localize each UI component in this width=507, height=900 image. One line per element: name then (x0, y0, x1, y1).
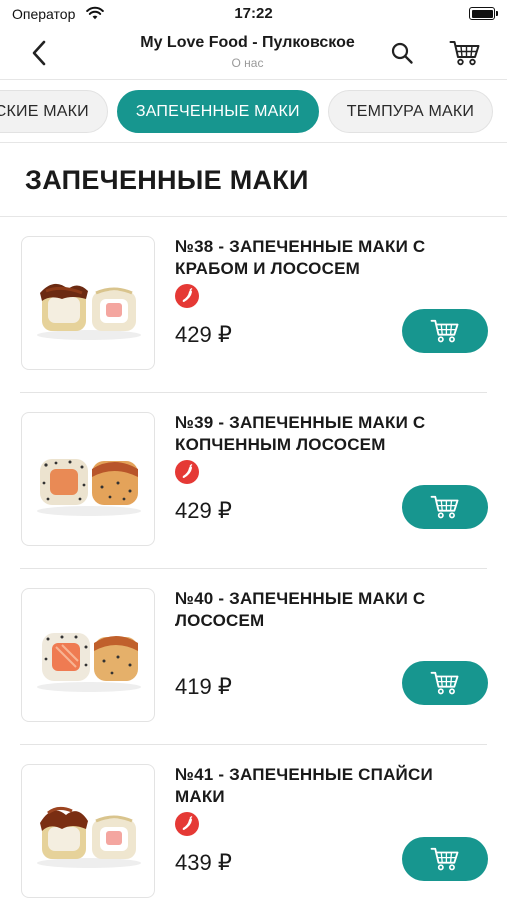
category-tab-strip[interactable]: ЧЕСКИЕ МАКИ ЗАПЕЧЕННЫЕ МАКИ ТЕМПУРА МАКИ (0, 90, 494, 133)
product-image[interactable] (21, 236, 155, 370)
product-image[interactable] (21, 588, 155, 722)
product-card[interactable]: №40 - ЗАПЕЧЕННЫЕ МАКИ С ЛОСОСЕМ 419 ₽ (0, 569, 507, 745)
chili-icon (175, 284, 199, 308)
chili-icon (175, 812, 199, 836)
add-to-cart-icon (430, 319, 459, 343)
section-header: ЗАПЕЧЕННЫЕ МАКИ (0, 143, 507, 217)
product-card[interactable]: №38 - ЗАПЕЧЕННЫЕ МАКИ С КРАБОМ И ЛОСОСЕМ… (0, 217, 507, 393)
product-name: №41 - ЗАПЕЧЕННЫЕ СПАЙСИ МАКИ (175, 765, 433, 806)
product-price: 439 ₽ (175, 850, 232, 875)
add-to-cart-icon (430, 671, 459, 695)
product-name: №40 - ЗАПЕЧЕННЫЕ МАКИ С ЛОСОСЕМ (175, 589, 426, 630)
about-link[interactable]: О нас (110, 56, 385, 70)
cart-button[interactable] (446, 36, 484, 70)
product-card[interactable]: №39 - ЗАПЕЧЕННЫЕ МАКИ С КОПЧЕННЫМ ЛОСОСЕ… (0, 393, 507, 569)
tab-baked-maki[interactable]: ЗАПЕЧЕННЫЕ МАКИ (116, 90, 319, 133)
back-button[interactable] (22, 36, 56, 70)
add-to-cart-button[interactable] (402, 309, 488, 353)
product-price: 419 ₽ (175, 674, 232, 699)
restaurant-header[interactable]: My Love Food - Пулковское О нас (110, 34, 385, 70)
section-title: ЗАПЕЧЕННЫЕ МАКИ (25, 165, 309, 195)
status-time: 17:22 (234, 5, 273, 22)
category-tabs: ЧЕСКИЕ МАКИ ЗАПЕЧЕННЫЕ МАКИ ТЕМПУРА МАКИ (0, 79, 507, 143)
chili-icon (175, 460, 199, 484)
add-to-cart-button[interactable] (402, 837, 488, 881)
product-image[interactable] (21, 764, 155, 898)
product-name: №39 - ЗАПЕЧЕННЫЕ МАКИ С КОПЧЕННЫМ ЛОСОСЕ… (175, 413, 426, 454)
product-name: №38 - ЗАПЕЧЕННЫЕ МАКИ С КРАБОМ И ЛОСОСЕМ (175, 237, 426, 278)
status-bar: Оператор 17:22 (0, 0, 507, 28)
restaurant-title: My Love Food - Пулковское (140, 34, 355, 51)
product-image[interactable] (21, 412, 155, 546)
search-button[interactable] (386, 37, 418, 69)
add-to-cart-icon (430, 847, 459, 871)
add-to-cart-button[interactable] (402, 485, 488, 529)
product-price: 429 ₽ (175, 498, 232, 523)
product-card[interactable]: №41 - ЗАПЕЧЕННЫЕ СПАЙСИ МАКИ 439 ₽ (0, 745, 507, 900)
product-price: 429 ₽ (175, 322, 232, 347)
tab-tempura-maki[interactable]: ТЕМПУРА МАКИ (327, 90, 494, 133)
cart-icon (449, 41, 480, 66)
battery-icon (469, 7, 498, 20)
chevron-left-icon (32, 40, 46, 66)
tab-classic-maki[interactable]: ЧЕСКИЕ МАКИ (0, 90, 108, 133)
nav-bar: My Love Food - Пулковское О нас (0, 28, 507, 78)
add-to-cart-icon (430, 495, 459, 519)
search-icon (391, 42, 413, 64)
add-to-cart-button[interactable] (402, 661, 488, 705)
